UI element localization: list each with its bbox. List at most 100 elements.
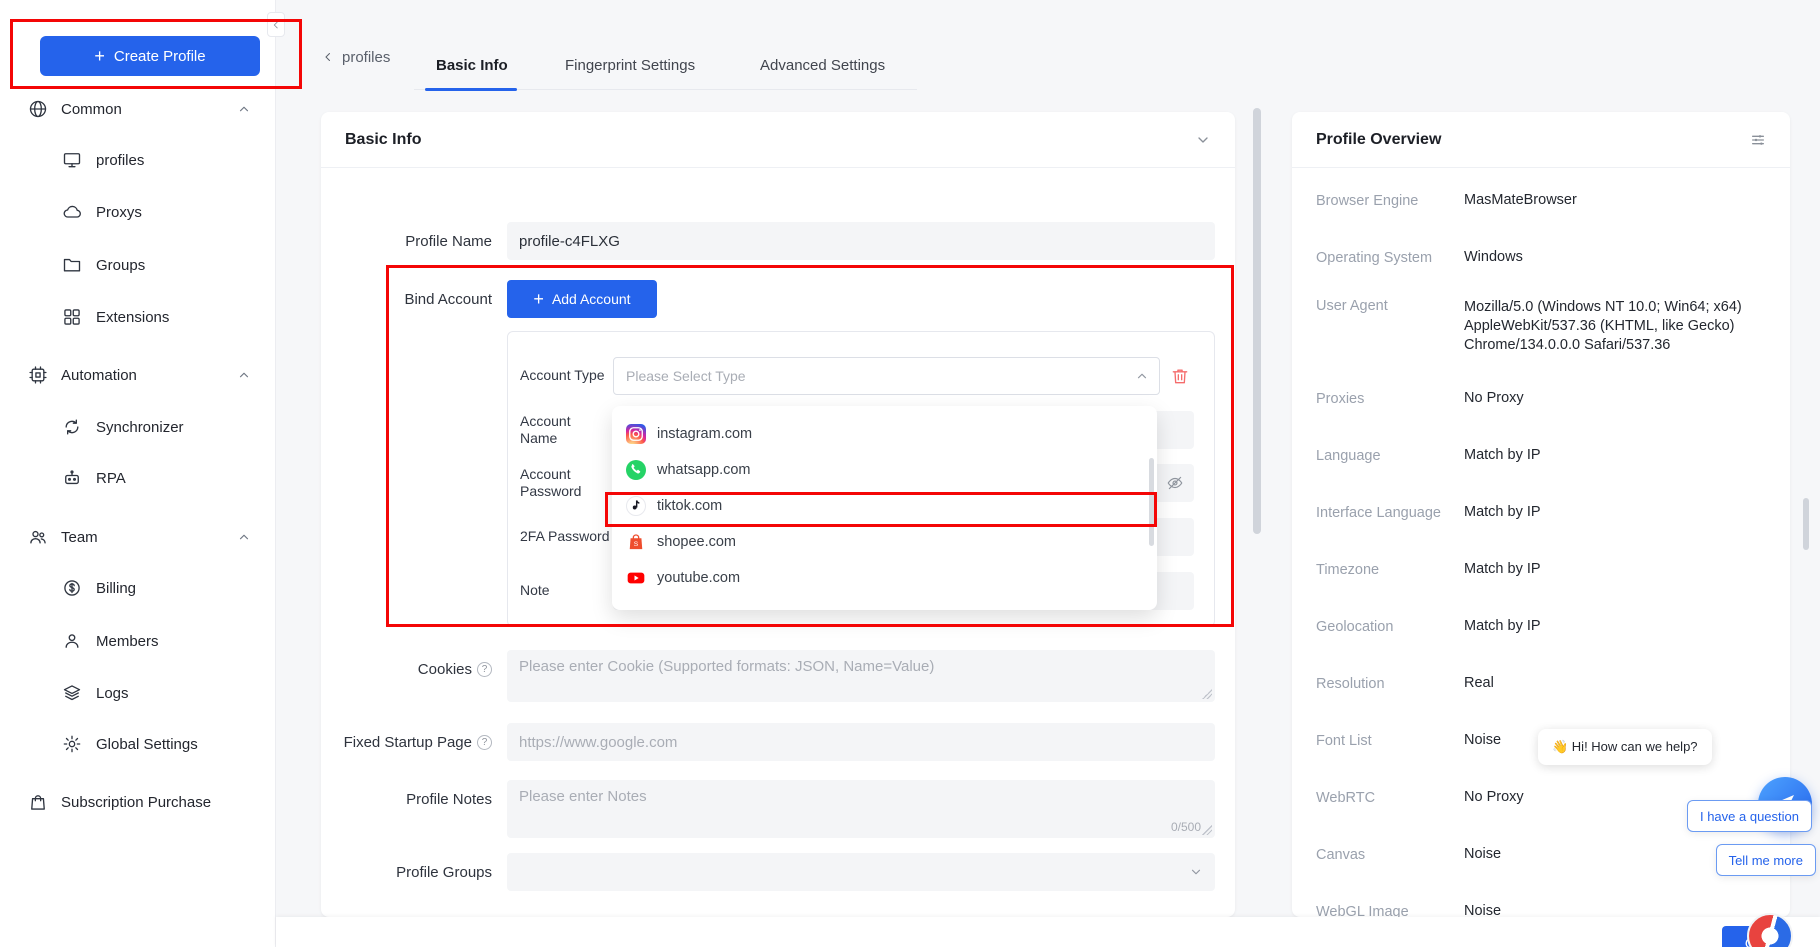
profile-notes-textarea[interactable] bbox=[507, 780, 1215, 838]
profile-notes-label: Profile Notes bbox=[321, 780, 492, 818]
robot-icon bbox=[62, 468, 82, 488]
coin-icon bbox=[62, 578, 82, 598]
account-type-placeholder: Please Select Type bbox=[626, 368, 746, 384]
sidebar-item-label: Global Settings bbox=[96, 736, 198, 753]
cookies-textarea[interactable] bbox=[507, 650, 1215, 702]
overview-row: ResolutionReal bbox=[1316, 655, 1772, 712]
youtube-icon bbox=[626, 568, 646, 588]
chevron-down-icon bbox=[1189, 865, 1203, 879]
sidebar-item-extensions[interactable]: Extensions bbox=[0, 295, 275, 339]
monitor-icon bbox=[62, 150, 82, 170]
sidebar-item-billing[interactable]: Billing bbox=[0, 566, 275, 610]
info-icon[interactable] bbox=[477, 735, 492, 750]
sidebar-item-members[interactable]: Members bbox=[0, 619, 275, 663]
filter-icon[interactable] bbox=[1750, 132, 1766, 148]
overview-row: GeolocationMatch by IP bbox=[1316, 598, 1772, 655]
sidebar-group-automation[interactable]: Automation bbox=[0, 353, 275, 397]
tab-advanced-settings[interactable]: Advanced Settings bbox=[760, 40, 885, 90]
eye-off-icon[interactable] bbox=[1166, 474, 1184, 492]
add-account-button[interactable]: Add Account bbox=[507, 280, 657, 318]
overview-row: CanvasNoise bbox=[1316, 826, 1772, 883]
account-password-label: Account Password bbox=[520, 464, 610, 502]
profile-name-input[interactable] bbox=[507, 222, 1215, 260]
chat-greeting-bubble[interactable]: 👋 Hi! How can we help? bbox=[1538, 729, 1712, 765]
chevron-up-icon bbox=[237, 368, 251, 382]
breadcrumb-back-profiles[interactable]: profiles bbox=[322, 42, 390, 72]
sidebar-group-label: Common bbox=[61, 101, 122, 118]
sidebar-item-label: Members bbox=[96, 633, 159, 650]
profile-groups-select[interactable] bbox=[507, 853, 1215, 891]
sidebar-group-common[interactable]: Common bbox=[0, 87, 275, 131]
cookies-label: Cookies bbox=[321, 650, 492, 688]
resize-handle[interactable] bbox=[1202, 825, 1212, 835]
tab-basic-info[interactable]: Basic Info bbox=[436, 40, 508, 90]
overview-row: LanguageMatch by IP bbox=[1316, 427, 1772, 484]
sidebar-collapse-button[interactable] bbox=[267, 12, 285, 37]
dropdown-option-tiktok[interactable]: tiktok.com bbox=[612, 488, 1157, 524]
sidebar-item-proxys[interactable]: Proxys bbox=[0, 190, 275, 234]
sidebar-item-global-settings[interactable]: Global Settings bbox=[0, 722, 275, 766]
account-type-dropdown: instagram.com whatsapp.com tiktok.com S … bbox=[612, 406, 1157, 610]
gear-icon bbox=[62, 734, 82, 754]
page-scrollbar-thumb[interactable] bbox=[1803, 498, 1809, 550]
notes-char-counter: 0/500 bbox=[1171, 820, 1201, 834]
sidebar-item-logs[interactable]: Logs bbox=[0, 671, 275, 715]
create-profile-button[interactable]: Create Profile bbox=[40, 36, 260, 76]
create-profile-label: Create Profile bbox=[114, 48, 206, 65]
sync-icon bbox=[62, 417, 82, 437]
tab-bar: Basic Info Fingerprint Settings Advanced… bbox=[414, 40, 917, 90]
chevron-up-icon bbox=[237, 102, 251, 116]
delete-account-trash-icon[interactable] bbox=[1170, 366, 1190, 386]
account-type-label: Account Type bbox=[520, 357, 610, 395]
sidebar-item-synchronizer[interactable]: Synchronizer bbox=[0, 405, 275, 449]
sidebar-group-team[interactable]: Team bbox=[0, 515, 275, 559]
sidebar-item-label: Logs bbox=[96, 685, 129, 702]
overview-row: TimezoneMatch by IP bbox=[1316, 541, 1772, 598]
account-type-select[interactable]: Please Select Type bbox=[613, 357, 1160, 395]
basic-info-card-header: Basic Info bbox=[321, 112, 1235, 168]
profile-name-label: Profile Name bbox=[321, 222, 492, 260]
dropdown-option-whatsapp[interactable]: whatsapp.com bbox=[612, 452, 1157, 488]
fixed-startup-page-input[interactable] bbox=[507, 723, 1215, 761]
account-name-label: Account Name bbox=[520, 411, 610, 449]
sidebar-item-label: Proxys bbox=[96, 204, 142, 221]
overview-row: Browser EngineMasMateBrowser bbox=[1316, 172, 1772, 229]
overview-row: WebGL ImageNoise bbox=[1316, 883, 1772, 917]
sidebar-item-label: profiles bbox=[96, 152, 144, 169]
sidebar-group-label: Team bbox=[61, 529, 98, 546]
sidebar-item-label: Extensions bbox=[96, 309, 169, 326]
twofa-password-label: 2FA Password bbox=[520, 518, 610, 556]
sidebar-item-subscription-purchase[interactable]: Subscription Purchase bbox=[0, 780, 275, 824]
dropdown-option-youtube[interactable]: youtube.com bbox=[612, 560, 1157, 596]
plus-icon bbox=[533, 290, 544, 308]
sidebar-item-label: Groups bbox=[96, 257, 145, 274]
tab-fingerprint-settings[interactable]: Fingerprint Settings bbox=[565, 40, 695, 90]
instagram-icon bbox=[626, 424, 646, 444]
overview-row: Operating SystemWindows bbox=[1316, 229, 1772, 286]
chevron-up-icon bbox=[1135, 369, 1149, 383]
dropdown-option-instagram[interactable]: instagram.com bbox=[612, 416, 1157, 452]
profile-overview-card: Profile Overview Browser EngineMasMateBr… bbox=[1292, 112, 1790, 917]
sidebar: Create Profile Common profiles Proxys Gr… bbox=[0, 0, 276, 947]
overview-row: User AgentMozilla/5.0 (Windows NT 10.0; … bbox=[1316, 286, 1772, 370]
sidebar-item-profiles[interactable]: profiles bbox=[0, 138, 275, 182]
grid-icon bbox=[62, 307, 82, 327]
dropdown-option-shopee[interactable]: S shopee.com bbox=[612, 524, 1157, 560]
chevron-left-icon bbox=[271, 20, 281, 30]
chat-question-button[interactable]: I have a question bbox=[1687, 800, 1812, 832]
resize-handle[interactable] bbox=[1202, 689, 1212, 699]
shopee-icon: S bbox=[626, 532, 646, 552]
fixed-startup-page-label: Fixed Startup Page bbox=[321, 723, 492, 761]
chat-tell-me-more-button[interactable]: Tell me more bbox=[1716, 844, 1816, 876]
main-scrollbar-thumb[interactable] bbox=[1253, 108, 1261, 534]
bind-account-label: Bind Account bbox=[321, 280, 492, 318]
chevron-left-icon bbox=[322, 51, 334, 63]
sidebar-item-groups[interactable]: Groups bbox=[0, 243, 275, 287]
sidebar-item-rpa[interactable]: RPA bbox=[0, 456, 275, 500]
dropdown-scrollbar[interactable] bbox=[1149, 458, 1154, 546]
collapse-chevron-down-icon[interactable] bbox=[1195, 132, 1211, 148]
sidebar-group-label: Automation bbox=[61, 367, 137, 384]
info-icon[interactable] bbox=[477, 662, 492, 677]
layers-icon bbox=[62, 683, 82, 703]
overview-row: ProxiesNo Proxy bbox=[1316, 370, 1772, 427]
